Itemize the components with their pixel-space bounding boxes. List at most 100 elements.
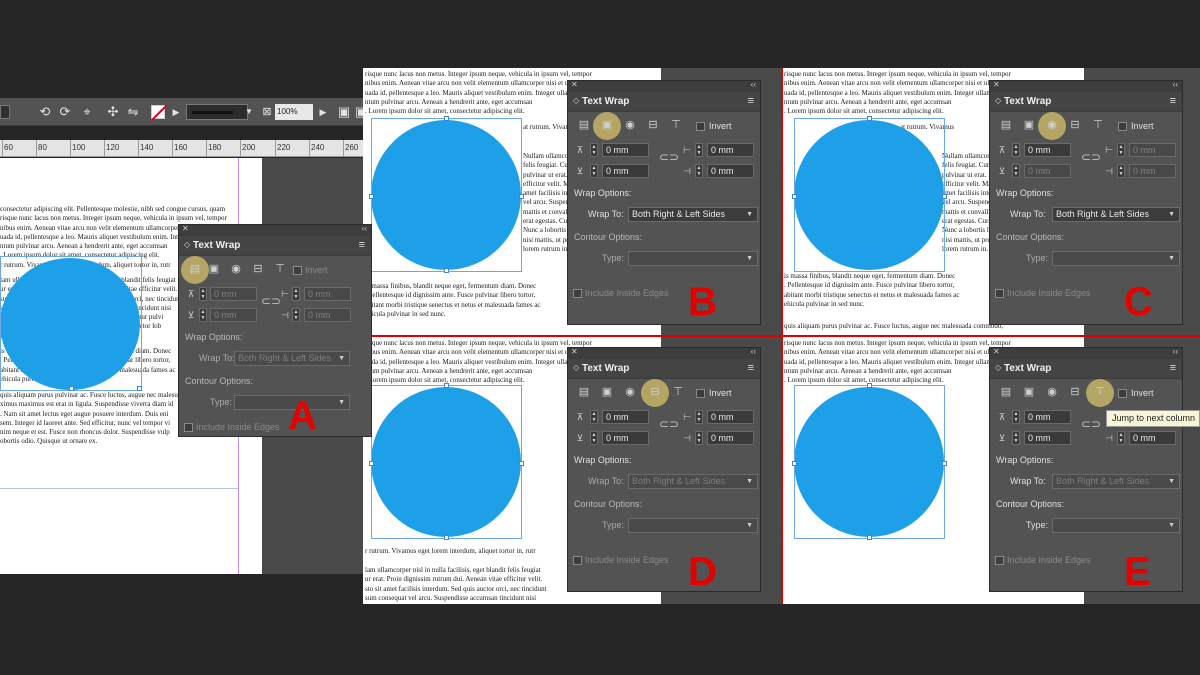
no-wrap-button[interactable]: ▤ (997, 117, 1015, 133)
wrap-object-shape-button[interactable]: ◉ (1038, 112, 1066, 140)
top-offset-stepper[interactable]: ▲ ▼ (590, 410, 598, 424)
right-offset-field[interactable]: 0 mm (304, 308, 351, 322)
resize-handle[interactable] (867, 383, 872, 388)
distribute-icon[interactable]: ⇋ (124, 103, 142, 121)
swatch-arrow-icon[interactable]: ▶ (167, 103, 185, 121)
resize-handle[interactable] (942, 461, 947, 466)
jump-next-column-button[interactable]: ⊤ (669, 384, 687, 400)
bottom-offset-stepper[interactable]: ▲ ▼ (199, 308, 207, 322)
include-inside-edges-checkbox[interactable] (995, 556, 1004, 565)
right-offset-field[interactable]: 0 mm (1129, 431, 1176, 445)
zoom-field[interactable]: 100% (275, 104, 313, 120)
jump-next-column-button[interactable]: ⊤ (271, 261, 289, 277)
left-offset-stepper[interactable]: ▲ ▼ (1117, 143, 1125, 157)
wrap-object-shape-button[interactable]: ◉ (1043, 384, 1061, 400)
frame-fit-2-icon[interactable]: ▣ (355, 103, 367, 121)
right-offset-field[interactable]: 0 mm (707, 431, 754, 445)
close-icon[interactable]: ✕ (993, 347, 1000, 356)
contour-type-select[interactable] (628, 251, 758, 266)
close-icon[interactable]: ✕ (182, 224, 189, 233)
collapse-icon[interactable]: ‹‹ (1173, 80, 1178, 89)
wrap-object-shape-button[interactable]: ◉ (621, 384, 639, 400)
frame-fit-icon[interactable]: ▣ (335, 103, 353, 121)
wrap-bounding-box-button[interactable]: ▣ (205, 261, 223, 277)
jump-object-button[interactable]: ⊟ (249, 261, 267, 277)
bottom-offset-field[interactable]: 0 mm (602, 164, 649, 178)
resize-handle[interactable] (137, 386, 142, 391)
close-icon[interactable]: ✕ (571, 347, 578, 356)
close-icon[interactable]: ✕ (993, 80, 1000, 89)
bottom-offset-field[interactable]: 0 mm (602, 431, 649, 445)
invert-checkbox[interactable] (696, 122, 705, 131)
include-inside-edges-checkbox[interactable] (995, 289, 1004, 298)
left-offset-stepper[interactable]: ▲ ▼ (695, 143, 703, 157)
contour-type-select[interactable] (1052, 251, 1180, 266)
chevron-icon[interactable]: ◇ (573, 96, 579, 105)
stroke-dropdown-arrow-icon[interactable]: ▼ (240, 103, 258, 121)
menu-icon[interactable]: ≡ (359, 239, 365, 251)
bottom-offset-stepper[interactable]: ▲ ▼ (1012, 164, 1020, 178)
resize-handle[interactable] (369, 194, 374, 199)
bottom-offset-field[interactable]: 0 mm (1024, 431, 1071, 445)
wrap-to-select[interactable]: Both Right & Left Sides (628, 474, 758, 489)
top-offset-field[interactable]: 0 mm (1024, 410, 1071, 424)
right-offset-stepper[interactable]: ▲ ▼ (695, 164, 703, 178)
rotate-ccw-icon[interactable]: ⟲ (36, 103, 54, 121)
stroke-swatch-none-icon[interactable] (151, 105, 165, 119)
dropdown-stub[interactable] (0, 105, 10, 119)
invert-checkbox[interactable] (696, 389, 705, 398)
collapse-icon[interactable]: ‹‹ (362, 224, 367, 233)
resize-handle[interactable] (69, 386, 74, 391)
right-offset-stepper[interactable]: ▲ ▼ (292, 308, 300, 322)
jump-object-button[interactable]: ⊟ (644, 117, 662, 133)
top-offset-stepper[interactable]: ▲ ▼ (1012, 410, 1020, 424)
invert-checkbox[interactable] (1118, 389, 1127, 398)
resize-handle[interactable] (519, 461, 524, 466)
menu-icon[interactable]: ≡ (748, 362, 754, 374)
menu-icon[interactable]: ≡ (1170, 362, 1176, 374)
jump-next-column-button[interactable]: ⊤ (1086, 379, 1114, 407)
top-offset-stepper[interactable]: ▲ ▼ (1012, 143, 1020, 157)
resize-handle[interactable] (444, 535, 449, 540)
align-center-icon[interactable]: ✣ (104, 103, 122, 121)
no-wrap-button[interactable]: ▤ (181, 256, 209, 284)
jump-object-button[interactable]: ⊟ (641, 379, 669, 407)
right-offset-field[interactable]: 0 mm (1129, 164, 1176, 178)
wrap-to-select[interactable]: Both Right & Left Sides (234, 351, 350, 366)
direct-select-icon[interactable]: ⌖ (78, 103, 96, 121)
no-wrap-button[interactable]: ▤ (575, 384, 593, 400)
include-inside-edges-checkbox[interactable] (573, 556, 582, 565)
top-offset-field[interactable]: 0 mm (602, 143, 649, 157)
collapse-icon[interactable]: ‹‹ (751, 80, 756, 89)
resize-handle[interactable] (792, 194, 797, 199)
bottom-offset-field[interactable]: 0 mm (1024, 164, 1071, 178)
resize-handle[interactable] (444, 383, 449, 388)
resize-handle[interactable] (942, 194, 947, 199)
top-offset-field[interactable]: 0 mm (602, 410, 649, 424)
stroke-type-select[interactable] (186, 104, 248, 120)
right-offset-field[interactable]: 0 mm (707, 164, 754, 178)
wrap-bounding-box-button[interactable]: ▣ (1020, 384, 1038, 400)
chevron-icon[interactable]: ◇ (573, 363, 579, 372)
wrap-to-select[interactable]: Both Right & Left Sides (628, 207, 758, 222)
wrap-object-shape-button[interactable]: ◉ (621, 117, 639, 133)
wrap-bounding-box-button[interactable]: ▣ (598, 384, 616, 400)
left-offset-stepper[interactable]: ▲ ▼ (695, 410, 703, 424)
bottom-offset-stepper[interactable]: ▲ ▼ (590, 164, 598, 178)
jump-object-button[interactable]: ⊟ (1066, 384, 1084, 400)
zoom-arrow-icon[interactable]: ▶ (314, 103, 332, 121)
left-offset-field[interactable]: 0 mm (1129, 143, 1176, 157)
top-offset-field[interactable]: 0 mm (210, 287, 257, 301)
top-offset-stepper[interactable]: ▲ ▼ (199, 287, 207, 301)
chevron-icon[interactable]: ◇ (184, 240, 190, 249)
top-offset-stepper[interactable]: ▲ ▼ (590, 143, 598, 157)
right-offset-stepper[interactable]: ▲ ▼ (1117, 431, 1125, 445)
right-offset-stepper[interactable]: ▲ ▼ (1117, 164, 1125, 178)
jump-next-column-button[interactable]: ⊤ (1089, 117, 1107, 133)
zoom-icon[interactable]: ⊠ (258, 103, 276, 121)
top-offset-field[interactable]: 0 mm (1024, 143, 1071, 157)
left-offset-field[interactable]: 0 mm (707, 410, 754, 424)
left-offset-field[interactable]: 0 mm (707, 143, 754, 157)
bottom-offset-field[interactable]: 0 mm (210, 308, 257, 322)
bottom-offset-stepper[interactable]: ▲ ▼ (590, 431, 598, 445)
